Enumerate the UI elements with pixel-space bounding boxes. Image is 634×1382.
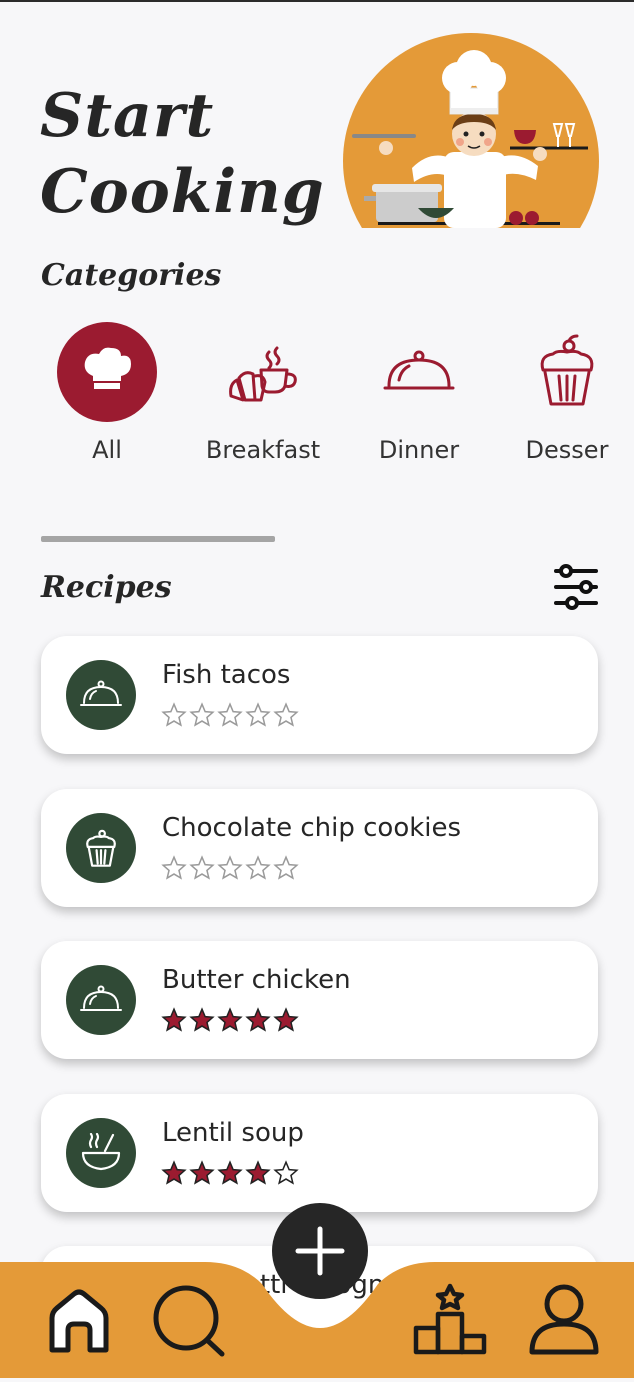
- sliders-icon: [554, 564, 598, 610]
- star-rating[interactable]: [161, 855, 299, 881]
- recipe-card-lentil-soup[interactable]: Lentil soup: [41, 1094, 598, 1212]
- recipe-card-chocolate-chip-cookies[interactable]: Chocolate chip cookies: [41, 789, 598, 907]
- add-recipe-button[interactable]: [272, 1203, 368, 1299]
- category-breakfast[interactable]: Breakfast: [183, 322, 343, 464]
- star-icon[interactable]: [217, 702, 243, 728]
- star-icon[interactable]: [273, 1007, 299, 1033]
- cupcake-icon: [517, 322, 617, 422]
- star-icon[interactable]: [161, 1007, 187, 1033]
- star-icon[interactable]: [189, 702, 215, 728]
- cloche-icon: [66, 965, 136, 1035]
- category-label: All: [92, 436, 122, 464]
- nav-search-button[interactable]: [150, 1284, 230, 1360]
- star-rating[interactable]: [161, 702, 299, 728]
- star-icon[interactable]: [245, 1007, 271, 1033]
- star-icon[interactable]: [245, 702, 271, 728]
- star-icon[interactable]: [245, 1160, 271, 1186]
- star-icon[interactable]: [189, 1160, 215, 1186]
- home-icon: [49, 1289, 109, 1353]
- category-label: Desser: [525, 436, 609, 464]
- categories-title: Categories: [41, 258, 222, 293]
- recipe-name: Butter chicken: [162, 965, 351, 995]
- recipes-title: Recipes: [41, 570, 172, 605]
- recipe-card-fish-tacos[interactable]: Fish tacos: [41, 636, 598, 754]
- cloche-icon: [66, 660, 136, 730]
- category-scroll-indicator[interactable]: [41, 536, 275, 542]
- star-icon[interactable]: [273, 702, 299, 728]
- star-rating[interactable]: [161, 1007, 299, 1033]
- chef-hat-icon: [57, 322, 157, 422]
- title-line-2: Cooking: [40, 157, 325, 227]
- star-icon[interactable]: [245, 855, 271, 881]
- star-icon[interactable]: [161, 855, 187, 881]
- cupcake-icon: [66, 813, 136, 883]
- filter-button[interactable]: [550, 561, 602, 613]
- star-icon[interactable]: [273, 1160, 299, 1186]
- page-title: Start Cooking: [40, 78, 325, 230]
- star-icon[interactable]: [189, 855, 215, 881]
- category-all[interactable]: All: [27, 322, 187, 464]
- croissant-coffee-icon: [213, 322, 313, 422]
- category-dessert[interactable]: Desser: [487, 322, 634, 464]
- star-icon[interactable]: [161, 1160, 187, 1186]
- nav-profile-button[interactable]: [524, 1282, 604, 1358]
- search-icon: [153, 1285, 225, 1357]
- nav-leaderboard-button[interactable]: [410, 1282, 490, 1358]
- profile-icon: [529, 1284, 599, 1355]
- category-dinner[interactable]: Dinner: [339, 322, 499, 464]
- star-icon[interactable]: [273, 855, 299, 881]
- chef-illustration: [340, 30, 602, 228]
- soup-bowl-icon: [66, 1118, 136, 1188]
- title-line-1: Start: [40, 81, 215, 151]
- star-icon[interactable]: [217, 1007, 243, 1033]
- star-icon[interactable]: [161, 702, 187, 728]
- recipe-name: Chocolate chip cookies: [162, 813, 462, 843]
- star-icon[interactable]: [217, 855, 243, 881]
- top-border: [0, 0, 634, 2]
- star-icon[interactable]: [217, 1160, 243, 1186]
- star-rating[interactable]: [161, 1160, 299, 1186]
- leaderboard-icon: [413, 1283, 487, 1355]
- cloche-icon: [369, 322, 469, 422]
- recipe-name: Fish tacos: [162, 660, 291, 690]
- category-label: Breakfast: [205, 436, 321, 464]
- category-label: Dinner: [378, 436, 460, 464]
- recipe-name: Lentil soup: [162, 1118, 304, 1148]
- nav-home-button[interactable]: [42, 1284, 116, 1358]
- add-icon: [295, 1226, 345, 1276]
- recipe-card-butter-chicken[interactable]: Butter chicken: [41, 941, 598, 1059]
- categories-carousel[interactable]: All Breakfast Dinner Desser: [0, 322, 634, 482]
- star-icon[interactable]: [189, 1007, 215, 1033]
